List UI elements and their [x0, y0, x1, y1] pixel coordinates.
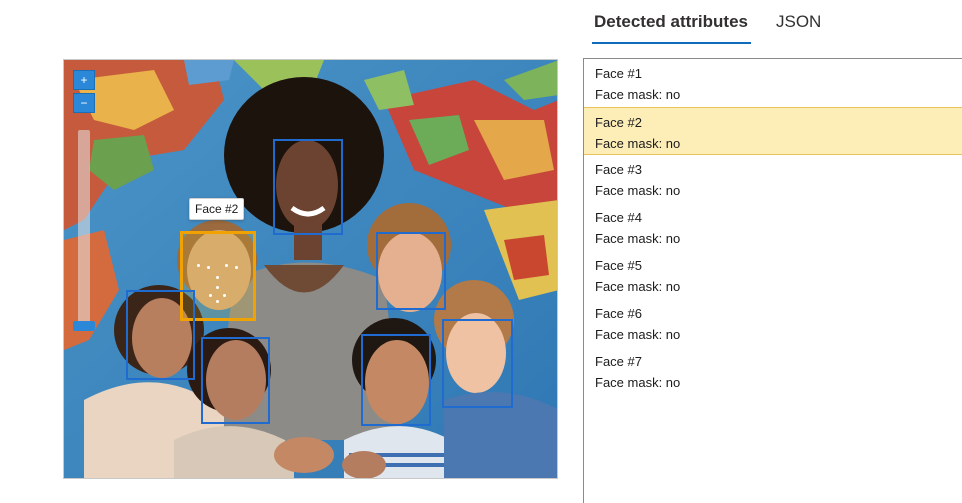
- face-box-1[interactable]: [273, 139, 343, 235]
- face-mask-value: Face mask: no: [595, 136, 681, 151]
- analyzed-photo: [64, 60, 557, 478]
- list-item[interactable]: Face #5 Face mask: no: [584, 251, 962, 299]
- list-item[interactable]: Face #2 Face mask: no: [584, 107, 962, 155]
- face-mask-value: Face mask: no: [595, 279, 681, 294]
- face-tooltip: Face #2: [189, 198, 245, 220]
- face-mask-value: Face mask: no: [595, 375, 681, 390]
- face-box-5[interactable]: [201, 337, 270, 424]
- face-box-6[interactable]: [361, 334, 431, 426]
- face-landmark: [197, 264, 200, 267]
- face-label: Face #3: [595, 162, 642, 177]
- face-mask-value: Face mask: no: [595, 231, 681, 246]
- result-tabs: Detected attributes JSON: [592, 0, 821, 44]
- list-item[interactable]: Face #7 Face mask: no: [584, 347, 962, 395]
- face-label: Face #4: [595, 210, 642, 225]
- face-landmark: [235, 266, 238, 269]
- image-viewer[interactable]: + − Face #2: [63, 59, 558, 479]
- face-landmark: [223, 294, 226, 297]
- zoom-out-button[interactable]: −: [73, 93, 95, 113]
- list-item[interactable]: Face #1 Face mask: no: [584, 59, 962, 107]
- face-box-4[interactable]: [126, 290, 195, 380]
- list-item[interactable]: Face #4 Face mask: no: [584, 203, 962, 251]
- tab-detected-attributes[interactable]: Detected attributes: [592, 0, 751, 44]
- face-mask-value: Face mask: no: [595, 87, 681, 102]
- face-landmark: [216, 286, 219, 289]
- face-label: Face #6: [595, 306, 642, 321]
- face-label: Face #7: [595, 354, 642, 369]
- detected-attributes-list: Face #1 Face mask: no Face #2 Face mask:…: [583, 58, 962, 503]
- face-landmark: [209, 294, 212, 297]
- face-mask-value: Face mask: no: [595, 183, 681, 198]
- face-landmark: [225, 264, 228, 267]
- face-label: Face #2: [595, 115, 642, 130]
- face-box-3[interactable]: [376, 232, 446, 310]
- tab-json[interactable]: JSON: [776, 0, 821, 44]
- face-box-7[interactable]: [442, 319, 513, 408]
- face-landmark: [207, 266, 210, 269]
- face-label: Face #1: [595, 66, 642, 81]
- face-landmark: [216, 300, 219, 303]
- face-mask-value: Face mask: no: [595, 327, 681, 342]
- face-landmark: [216, 276, 219, 279]
- list-item[interactable]: Face #6 Face mask: no: [584, 299, 962, 347]
- zoom-slider-thumb[interactable]: [73, 321, 95, 331]
- zoom-in-button[interactable]: +: [73, 70, 95, 90]
- list-item[interactable]: Face #3 Face mask: no: [584, 155, 962, 203]
- face-label: Face #5: [595, 258, 642, 273]
- zoom-slider-track[interactable]: [78, 130, 90, 330]
